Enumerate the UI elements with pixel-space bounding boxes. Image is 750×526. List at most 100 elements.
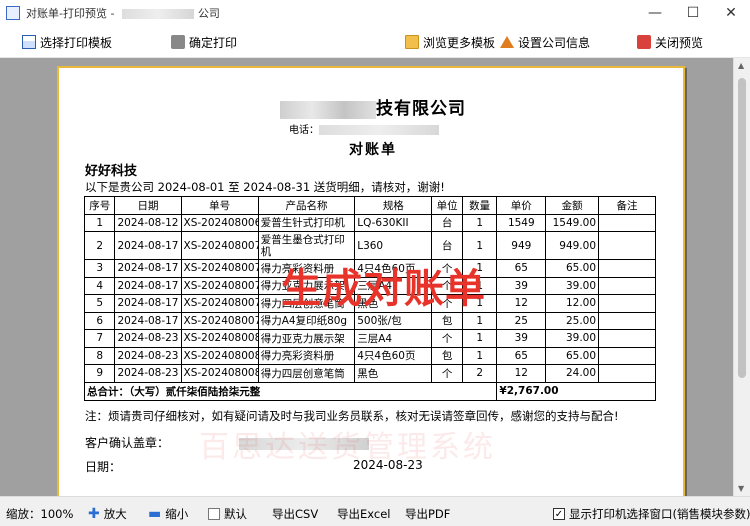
table-cell bbox=[598, 329, 656, 348]
column-header: 日期 bbox=[114, 196, 182, 215]
table-cell: 949.00 bbox=[545, 231, 600, 260]
table-cell: 包 bbox=[431, 311, 463, 330]
table-row: 6 2024-08-17 XS-202408007 得力A4复印纸80g 500… bbox=[83, 311, 656, 330]
table-cell: XS-202408008 bbox=[180, 346, 259, 365]
table-cell: 39 bbox=[496, 329, 547, 348]
table-cell: XS-202408006 bbox=[180, 213, 259, 232]
zoom-level: 缩放：100% bbox=[6, 507, 74, 521]
printer-icon bbox=[171, 35, 185, 49]
column-header: 序号 bbox=[83, 196, 116, 215]
zoom-in-button[interactable]: ✚ 放大 bbox=[88, 506, 127, 522]
table-cell: 39.00 bbox=[545, 329, 600, 348]
table-cell: 65.00 bbox=[545, 346, 600, 365]
table-cell: 三层A4 bbox=[354, 329, 433, 348]
browse-templates-button[interactable]: 浏览更多模板 bbox=[405, 33, 495, 51]
table-cell: 2024-08-17 bbox=[114, 294, 182, 313]
table-cell: 1 bbox=[461, 213, 498, 232]
close-button[interactable]: ✕ bbox=[712, 0, 750, 26]
table-cell: 1549.00 bbox=[545, 213, 600, 232]
scroll-down-icon[interactable]: ▼ bbox=[738, 484, 744, 493]
browse-templates-label: 浏览更多模板 bbox=[423, 35, 496, 50]
table-row: 1 2024-08-12 XS-202408006 爱普生针式打印机 LQ-63… bbox=[83, 213, 656, 232]
table-cell: 3 bbox=[83, 259, 116, 278]
table-row: 7 2024-08-23 XS-202408008 得力亚克力展示架 三层A4 … bbox=[83, 329, 656, 348]
table-cell: 2024-08-17 bbox=[114, 276, 182, 295]
company-name-suffix: 技有限公司 bbox=[376, 99, 466, 119]
redacted-text bbox=[319, 125, 439, 135]
table-cell bbox=[598, 311, 656, 330]
home-icon bbox=[500, 36, 514, 48]
table-cell: LQ-630KII bbox=[354, 213, 433, 232]
confirm-print-button[interactable]: 确定打印 bbox=[171, 33, 237, 51]
maximize-button[interactable]: ☐ bbox=[674, 0, 712, 26]
total-amount: ¥2,767.00 bbox=[496, 381, 656, 401]
zoom-out-label: 缩小 bbox=[165, 507, 189, 521]
table-cell: 包 bbox=[431, 346, 463, 365]
table-cell: 500张/包 bbox=[354, 311, 433, 330]
table-cell bbox=[598, 276, 656, 295]
show-printer-dialog-label: 显示打印机选择窗口(销售模块参数) bbox=[569, 507, 750, 521]
window-title-prefix: 对账单-打印预览 - bbox=[26, 7, 118, 20]
zoom-in-label: 放大 bbox=[103, 507, 127, 521]
table-cell: 6 bbox=[83, 311, 116, 330]
column-header: 规格 bbox=[354, 196, 433, 215]
table-cell: 1 bbox=[461, 329, 498, 348]
table-cell: 2 bbox=[461, 364, 498, 383]
table-cell: 39.00 bbox=[545, 276, 600, 295]
column-header: 数量 bbox=[461, 196, 498, 215]
overlay-caption: 生成对账单 bbox=[281, 266, 486, 312]
table-cell: 2024-08-17 bbox=[114, 259, 182, 278]
customer-name: 好好科技 bbox=[85, 164, 138, 179]
table-cell: 2024-08-23 bbox=[114, 329, 182, 348]
scroll-up-icon[interactable]: ▲ bbox=[738, 61, 744, 70]
table-cell: 5 bbox=[83, 294, 116, 313]
table-cell: 65.00 bbox=[545, 259, 600, 278]
status-bar: 缩放：100% ✚ 放大 ▬ 缩小 默认 导出CSV 导出Excel 导出PDF… bbox=[0, 496, 750, 526]
table-cell: 2024-08-12 bbox=[114, 213, 182, 232]
table-cell: 4只4色60页 bbox=[354, 346, 433, 365]
date-label: 日期： bbox=[85, 460, 122, 474]
redacted-text bbox=[121, 9, 194, 19]
default-zoom-icon bbox=[208, 508, 220, 520]
show-printer-dialog-checkbox[interactable]: ✓ 显示打印机选择窗口(销售模块参数) bbox=[553, 506, 750, 522]
default-zoom-button[interactable]: 默认 bbox=[208, 506, 247, 522]
minimize-button[interactable]: — bbox=[636, 0, 674, 26]
total-row: 总合计：（大写）贰仟柒佰陆拾柒元整 ¥2,767.00 bbox=[83, 381, 656, 401]
export-excel-button[interactable]: 导出Excel bbox=[337, 506, 390, 522]
table-cell: 9 bbox=[83, 364, 116, 383]
default-zoom-label: 默认 bbox=[224, 507, 247, 521]
close-preview-button[interactable]: 关闭预览 bbox=[637, 33, 703, 51]
table-cell: 39 bbox=[496, 276, 547, 295]
template-icon bbox=[22, 35, 36, 49]
table-cell: XS-202408007 bbox=[180, 231, 259, 260]
export-csv-button[interactable]: 导出CSV bbox=[272, 506, 318, 522]
company-settings-label: 设置公司信息 bbox=[518, 35, 591, 50]
column-header: 单位 bbox=[431, 196, 463, 215]
table-cell bbox=[598, 213, 656, 232]
column-header: 单号 bbox=[180, 196, 259, 215]
document-title: 对账单 bbox=[349, 142, 397, 158]
company-settings-button[interactable]: 设置公司信息 bbox=[500, 33, 590, 51]
table-cell: XS-202408008 bbox=[180, 364, 259, 383]
vertical-scrollbar[interactable]: ▲ ▼ bbox=[733, 58, 750, 496]
select-template-label: 选择打印模板 bbox=[40, 35, 113, 50]
redacted-text bbox=[280, 100, 376, 119]
select-template-button[interactable]: 选择打印模板 bbox=[22, 33, 112, 51]
column-header: 金额 bbox=[545, 196, 600, 215]
preview-area[interactable]: 技有限公司 电话： 对账单 好好科技 以下是贵公司 2024-08-01 至 2… bbox=[0, 58, 750, 496]
table-cell: 12 bbox=[496, 294, 547, 313]
table-cell: 1 bbox=[83, 213, 116, 232]
table-cell: 1 bbox=[461, 311, 498, 330]
scrollbar-thumb[interactable] bbox=[738, 78, 746, 378]
table-cell: 台 bbox=[431, 213, 463, 232]
table-cell: 2024-08-23 bbox=[114, 364, 182, 383]
folder-icon bbox=[405, 35, 419, 49]
table-header-row: 序号 日期 单号 产品名称 规格 单位 数量 单价 金额 备注 bbox=[83, 196, 656, 215]
table-cell: 得力亮彩资料册 bbox=[257, 346, 356, 365]
statement-intro: 以下是贵公司 2024-08-01 至 2024-08-31 送货明细，请核对，… bbox=[85, 180, 445, 194]
table-cell: 得力四层创意笔筒 bbox=[257, 364, 356, 383]
window-title: 对账单-打印预览 - 公司 bbox=[26, 5, 220, 21]
export-pdf-button[interactable]: 导出PDF bbox=[405, 506, 450, 522]
zoom-out-button[interactable]: ▬ 缩小 bbox=[148, 506, 188, 522]
confirm-label: 客户确认盖章： bbox=[85, 436, 170, 450]
